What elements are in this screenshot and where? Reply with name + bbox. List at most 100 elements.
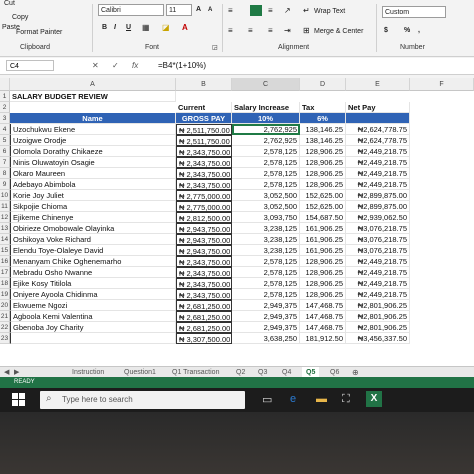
tax-header[interactable]: Tax	[300, 102, 346, 113]
tax-cell[interactable]: 128,906.25	[300, 289, 346, 300]
tax-cell[interactable]: 152,625.00	[300, 201, 346, 212]
gross-pay-header[interactable]: GROSS PAY	[176, 113, 232, 124]
cancel-icon[interactable]: ✕	[92, 61, 99, 70]
search-input[interactable]: Type here to search	[62, 395, 133, 404]
salary-increase-cell[interactable]: 3,052,500	[232, 201, 300, 212]
row-header[interactable]: 15	[0, 245, 10, 256]
row-header[interactable]: 5	[0, 135, 10, 146]
tax-cell[interactable]: 154,687.50	[300, 212, 346, 223]
wrap-text-button[interactable]: Wrap Text	[314, 8, 345, 15]
gross-pay-cell[interactable]: ₦ 2,681,250.00	[176, 311, 232, 322]
salary-increase-cell[interactable]: 2,578,125	[232, 289, 300, 300]
tax-cell[interactable]: 128,906.25	[300, 146, 346, 157]
tax-cell[interactable]: 161,906.25	[300, 234, 346, 245]
task-view-icon[interactable]: ▭	[262, 393, 272, 406]
row-header[interactable]: 6	[0, 146, 10, 157]
worksheet-grid[interactable]: A B C D E F 1 SALARY BUDGET REVIEW 2 Cur…	[0, 78, 474, 368]
windows-start-icon[interactable]	[12, 393, 26, 407]
net-pay-cell[interactable]: ₦2,939,062.50	[346, 212, 410, 223]
gross-pay-cell[interactable]: ₦ 2,343,750.00	[176, 289, 232, 300]
salary-increase-cell[interactable]: 2,578,125	[232, 179, 300, 190]
employee-name-cell[interactable]: Sikpojie Chioma	[10, 201, 176, 212]
salary-increase-cell[interactable]: 3,238,125	[232, 223, 300, 234]
copy-button[interactable]: Copy	[12, 14, 28, 21]
tax-cell[interactable]: 161,906.25	[300, 245, 346, 256]
column-header-e[interactable]: E	[346, 78, 410, 91]
tax-cell[interactable]: 128,906.25	[300, 179, 346, 190]
underline-button[interactable]: U	[126, 24, 131, 31]
gross-pay-cell[interactable]: ₦ 2,343,750.00	[176, 267, 232, 278]
borders-icon[interactable]: ▦	[142, 23, 150, 32]
row-header[interactable]: 22	[0, 322, 10, 333]
grow-font-button[interactable]: A	[196, 6, 201, 13]
salary-increase-cell[interactable]: 2,578,125	[232, 157, 300, 168]
employee-name-cell[interactable]: Mebradu Osho Nwanne	[10, 267, 176, 278]
tax-cell[interactable]: 128,906.25	[300, 278, 346, 289]
formula-input[interactable]: =B4*(1+10%)	[158, 61, 206, 70]
net-pay-cell[interactable]: ₦2,801,906.25	[346, 322, 410, 333]
row-header[interactable]: 2	[0, 102, 10, 113]
align-right-icon[interactable]: ≡	[268, 26, 273, 35]
align-left-icon[interactable]: ≡	[228, 26, 233, 35]
sheet-title[interactable]: SALARY BUDGET REVIEW	[10, 91, 176, 102]
name-box[interactable]: C4	[6, 60, 54, 71]
row-header[interactable]: 7	[0, 157, 10, 168]
salary-increase-cell[interactable]: 3,052,500	[232, 190, 300, 201]
net-pay-cell[interactable]: ₦3,076,218.75	[346, 245, 410, 256]
employee-name-cell[interactable]: Obirieze Omobowale Olayinka	[10, 223, 176, 234]
net-pay-cell[interactable]: ₦2,801,906.25	[346, 311, 410, 322]
file-explorer-icon[interactable]: ▬	[316, 393, 327, 405]
gross-pay-cell[interactable]: ₦ 2,812,500.00	[176, 212, 232, 223]
salary-increase-cell[interactable]: 2,578,125	[232, 256, 300, 267]
employee-name-cell[interactable]: Adebayo Abimbola	[10, 179, 176, 190]
salary-increase-cell[interactable]: 2,949,375	[232, 311, 300, 322]
employee-name-cell[interactable]: Okaro Maureen	[10, 168, 176, 179]
gross-pay-cell[interactable]: ₦ 2,343,750.00	[176, 256, 232, 267]
net-pay-cell[interactable]: ₦2,449,218.75	[346, 179, 410, 190]
enter-icon[interactable]: ✓	[112, 61, 119, 70]
net-pay-cell[interactable]: ₦3,076,218.75	[346, 234, 410, 245]
tax-cell[interactable]: 138,146.25	[300, 124, 346, 135]
row-header[interactable]: 4	[0, 124, 10, 135]
net-pay-cell[interactable]: ₦2,801,906.25	[346, 300, 410, 311]
gross-pay-cell[interactable]: ₦ 3,307,500.00	[176, 333, 232, 344]
row-header[interactable]: 12	[0, 212, 10, 223]
select-all-corner[interactable]	[0, 78, 10, 91]
orientation-icon[interactable]: ↗	[284, 6, 291, 15]
employee-name-cell[interactable]: Agboola Kemi Valentina	[10, 311, 176, 322]
align-middle-icon[interactable]	[250, 5, 262, 16]
current-header[interactable]: Current	[176, 102, 232, 113]
align-center-icon[interactable]: ≡	[248, 26, 253, 35]
gross-pay-cell[interactable]: ₦ 2,343,750.00	[176, 179, 232, 190]
gross-pay-cell[interactable]: ₦ 2,343,750.00	[176, 146, 232, 157]
net-pay-header[interactable]: Net Pay	[346, 102, 410, 113]
salary-increase-cell[interactable]: 2,578,125	[232, 168, 300, 179]
employee-name-cell[interactable]: Olomola Dorathy Chikaeze	[10, 146, 176, 157]
tax-cell[interactable]: 128,906.25	[300, 267, 346, 278]
salary-increase-cell[interactable]: 2,578,125	[232, 146, 300, 157]
comma-button[interactable]: ,	[418, 27, 420, 34]
salary-increase-cell[interactable]: 3,638,250	[232, 333, 300, 344]
employee-name-cell[interactable]: Ejikeme Chinenye	[10, 212, 176, 223]
salary-increase-cell[interactable]: 3,093,750	[232, 212, 300, 223]
net-pay-cell[interactable]: ₦2,449,218.75	[346, 157, 410, 168]
net-pay-cell[interactable]: ₦2,449,218.75	[346, 146, 410, 157]
shrink-font-button[interactable]: A	[208, 7, 212, 13]
bold-button[interactable]: B	[102, 24, 107, 31]
employee-name-cell[interactable]: Korie Joy Juliet	[10, 190, 176, 201]
gross-pay-cell[interactable]: ₦ 2,943,750.00	[176, 245, 232, 256]
tax-cell[interactable]: 147,468.75	[300, 300, 346, 311]
net-pay-cell[interactable]: ₦2,624,778.75	[346, 124, 410, 135]
tax-cell[interactable]: 147,468.75	[300, 322, 346, 333]
employee-name-cell[interactable]: Ekwueme Ngozi	[10, 300, 176, 311]
italic-button[interactable]: I	[114, 24, 116, 31]
row-header[interactable]: 17	[0, 267, 10, 278]
percent-button[interactable]: %	[404, 27, 410, 34]
row-header[interactable]: 14	[0, 234, 10, 245]
row-header[interactable]: 13	[0, 223, 10, 234]
row-header[interactable]: 10	[0, 190, 10, 201]
row-header[interactable]: 21	[0, 311, 10, 322]
row-header[interactable]: 16	[0, 256, 10, 267]
gross-pay-cell[interactable]: ₦ 2,343,750.00	[176, 157, 232, 168]
edge-icon[interactable]: e	[290, 393, 296, 405]
